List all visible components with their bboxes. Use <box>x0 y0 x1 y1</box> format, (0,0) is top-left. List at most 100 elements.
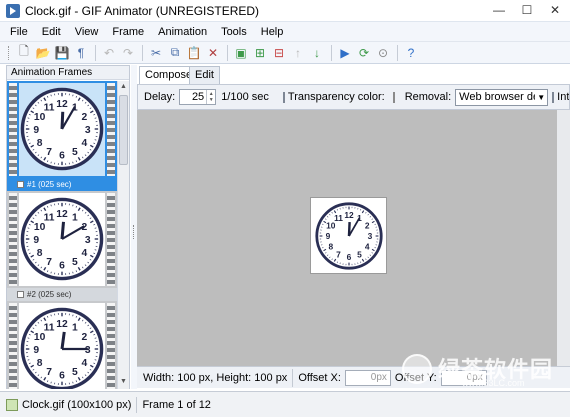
menu-animation[interactable]: Animation <box>158 26 207 38</box>
frame-thumbnail[interactable]: 123456789101112 <box>7 81 117 178</box>
svg-text:11: 11 <box>44 213 55 224</box>
open-icon[interactable]: 📂 <box>34 44 52 62</box>
svg-text:1: 1 <box>72 213 78 224</box>
frame-image[interactable]: 123456789101112 <box>310 197 387 274</box>
scroll-up-icon[interactable]: ▲ <box>119 82 128 92</box>
menu-view[interactable]: View <box>75 26 99 38</box>
save-icon[interactable]: 💾 <box>53 44 71 62</box>
frame-item[interactable]: 1 2 3 4 5 6 7 8 9 10 11 12 #2 (025 sec) <box>7 191 117 301</box>
svg-text:7: 7 <box>46 147 52 158</box>
interlaced-checkbox[interactable] <box>552 91 555 103</box>
transparency-checkbox[interactable] <box>282 91 285 103</box>
cut-icon[interactable]: ✂ <box>147 44 165 62</box>
menu-frame[interactable]: Frame <box>112 26 144 38</box>
menu-edit[interactable]: Edit <box>42 26 61 38</box>
transparency-label: Transparency color: <box>287 91 385 103</box>
svg-text:12: 12 <box>56 209 68 220</box>
frame-thumbnail[interactable]: 123456789101112 <box>7 191 117 288</box>
delete-icon[interactable]: ✕ <box>204 44 222 62</box>
scroll-down-icon[interactable]: ▼ <box>119 377 128 387</box>
compose-canvas[interactable]: 123456789101112 <box>137 110 557 366</box>
frame-item[interactable]: 123456789101112 #1 (025 sec) <box>7 81 117 191</box>
svg-text:8: 8 <box>328 242 333 252</box>
frames-scrollbar[interactable]: ▲ ▼ <box>117 81 129 389</box>
frame-item[interactable]: 1 2 3 4 5 6 7 8 9 10 11 12 <box>7 301 117 389</box>
svg-text:2: 2 <box>365 221 370 231</box>
offset-x-label: Offset X: <box>298 371 341 384</box>
frame-caption: #2 (025 sec) <box>7 288 117 301</box>
move-up-icon[interactable]: ↑ <box>289 44 307 62</box>
svg-text:1: 1 <box>72 323 78 334</box>
delay-unit: 1/100 sec <box>221 91 269 103</box>
svg-text:3: 3 <box>85 345 91 356</box>
window-title: Clock.gif - GIF Animator (UNREGISTERED) <box>25 4 260 18</box>
tab-edit[interactable]: Edit <box>189 66 220 84</box>
svg-text:3: 3 <box>368 231 373 241</box>
status-frame: Frame 1 of 12 <box>142 398 211 411</box>
toolbar-separator <box>227 44 228 61</box>
removal-label: Removal: <box>404 91 452 103</box>
panel-title: Animation Frames <box>7 66 129 80</box>
insert-frame-icon[interactable]: ▣ <box>232 44 250 62</box>
svg-text:11: 11 <box>44 323 55 334</box>
svg-text:2: 2 <box>81 332 87 343</box>
delay-spinner[interactable]: 25 ▲ ▼ <box>179 89 217 105</box>
add-frame-icon[interactable]: ⊞ <box>251 44 269 62</box>
svg-text:4: 4 <box>81 248 87 259</box>
title-bar: Clock.gif - GIF Animator (UNREGISTERED) … <box>0 0 570 22</box>
app-icon <box>6 4 20 18</box>
svg-text:6: 6 <box>59 371 65 382</box>
chevron-down-icon[interactable]: ▼ <box>535 93 547 102</box>
maximize-button[interactable]: ☐ <box>516 2 538 18</box>
paste-icon[interactable]: 📋 <box>185 44 203 62</box>
spinner-arrows-icon[interactable]: ▲ ▼ <box>206 90 215 104</box>
scroll-thumb[interactable] <box>119 95 128 165</box>
watermark-url: www.33LC.com <box>462 378 525 388</box>
frame-thumbnail[interactable]: 123456789101112 <box>7 301 117 389</box>
frame-size-text: Width: 100 px, Height: 100 px <box>143 371 288 384</box>
svg-text:5: 5 <box>357 249 362 259</box>
offset-x-input[interactable]: 0px <box>344 369 391 386</box>
loop-icon[interactable]: ⟳ <box>355 44 373 62</box>
close-button[interactable]: ✕ <box>544 2 566 18</box>
svg-text:10: 10 <box>34 112 46 123</box>
remove-frame-icon[interactable]: ⊟ <box>270 44 288 62</box>
delay-label: Delay: <box>144 91 176 103</box>
svg-text:3: 3 <box>85 235 91 246</box>
menu-bar: File Edit View Frame Animation Tools Hel… <box>0 22 570 42</box>
new-icon[interactable]: 🗋 <box>15 44 33 62</box>
canvas-scrollbar[interactable] <box>557 110 570 366</box>
removal-value: Web browser de <box>459 91 536 103</box>
move-down-icon[interactable]: ↓ <box>308 44 326 62</box>
menu-tools[interactable]: Tools <box>221 26 247 38</box>
play-icon[interactable]: ▶ <box>336 44 354 62</box>
properties-icon[interactable]: ¶ <box>72 44 90 62</box>
frame-caption: #1 (025 sec) <box>7 178 117 191</box>
frame-checkbox[interactable] <box>17 291 24 298</box>
minimize-button[interactable]: — <box>488 2 510 18</box>
toolbar-grip[interactable] <box>8 45 11 60</box>
watermark-logo-icon <box>402 354 432 384</box>
stop-icon[interactable]: ⊙ <box>374 44 392 62</box>
transparency-color-swatch[interactable] <box>392 91 395 103</box>
undo-icon[interactable]: ↶ <box>100 44 118 62</box>
image-file-icon <box>6 398 18 411</box>
toolbar-separator <box>331 44 332 61</box>
menu-help[interactable]: Help <box>261 26 284 38</box>
frame-checkbox[interactable] <box>17 181 24 188</box>
removal-dropdown[interactable]: Web browser de ▼ <box>455 88 549 106</box>
help-icon[interactable]: ? <box>402 44 420 62</box>
toolbar-separator <box>397 44 398 61</box>
svg-text:4: 4 <box>81 358 87 369</box>
delay-value[interactable]: 25 <box>180 91 206 103</box>
svg-text:7: 7 <box>46 367 52 378</box>
frame-caption-text: #1 (025 sec) <box>27 180 72 189</box>
copy-icon[interactable]: ⧉ <box>166 44 184 62</box>
svg-text:5: 5 <box>72 147 78 158</box>
frame-list: 123456789101112 #1 (025 sec)1234567891011… <box>7 81 117 389</box>
svg-text:5: 5 <box>72 257 78 268</box>
redo-icon[interactable]: ↷ <box>119 44 137 62</box>
frame-image-area: 123456789101112 <box>19 303 105 389</box>
status-file: Clock.gif (100x100 px) <box>22 398 132 411</box>
menu-file[interactable]: File <box>10 26 28 38</box>
